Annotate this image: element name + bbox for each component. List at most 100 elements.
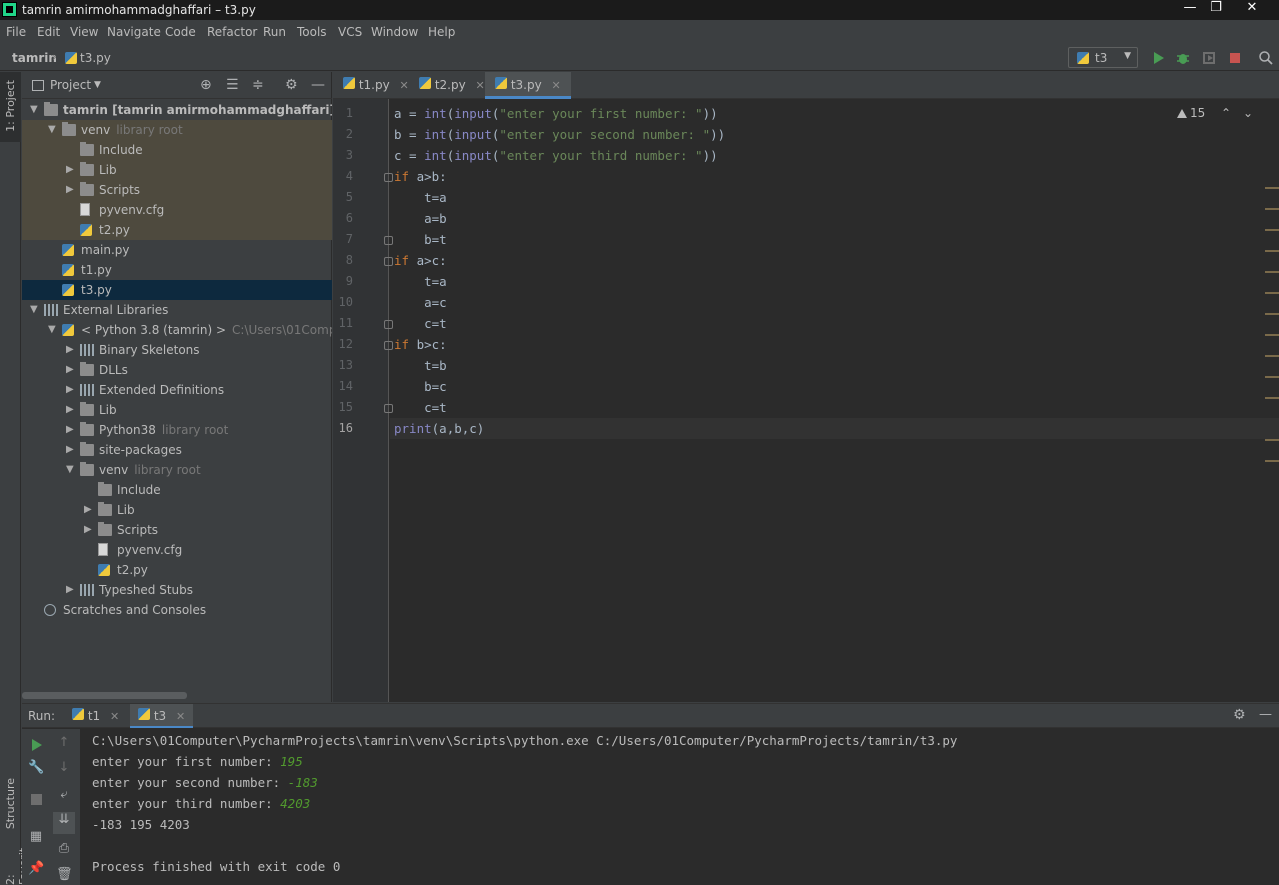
- menu-view[interactable]: View: [70, 25, 98, 39]
- warning-stripe-mark[interactable]: [1265, 334, 1279, 336]
- run-configuration-select[interactable]: t3 ▼: [1068, 47, 1138, 68]
- chevron-right-icon[interactable]: ▶: [66, 340, 76, 360]
- tree-item[interactable]: ▶ Lib: [22, 400, 332, 420]
- tree-item[interactable]: ▶ Lib: [22, 160, 332, 180]
- chevron-down-icon[interactable]: ▼: [94, 80, 101, 90]
- menu-window[interactable]: Window: [371, 25, 418, 39]
- tree-item[interactable]: t2.py: [22, 560, 332, 580]
- tree-item[interactable]: ▶ Scripts: [22, 180, 332, 200]
- project-tool-tab[interactable]: 1: Project: [0, 72, 21, 142]
- menu-help[interactable]: Help: [428, 25, 455, 39]
- collapse-icon[interactable]: ≑: [252, 77, 264, 93]
- chevron-right-icon[interactable]: ▶: [66, 380, 76, 400]
- tree-item[interactable]: ▶ Lib: [22, 500, 332, 520]
- project-view-select[interactable]: Project: [50, 78, 91, 92]
- tree-item[interactable]: ▶ Python38 library root: [22, 420, 332, 440]
- tab-t3[interactable]: t3.py ✕: [485, 72, 571, 99]
- close-icon[interactable]: ✕: [110, 710, 119, 723]
- chevron-right-icon[interactable]: ▶: [66, 180, 76, 200]
- chevron-down-icon[interactable]: ▼: [30, 300, 40, 320]
- chevron-up-icon[interactable]: ⌃: [1221, 106, 1231, 120]
- rerun-icon[interactable]: [28, 737, 44, 753]
- close-icon[interactable]: ✕: [400, 79, 409, 92]
- chevron-right-icon[interactable]: ▶: [66, 440, 76, 460]
- menu-code[interactable]: Code: [165, 25, 196, 39]
- arrow-up-icon[interactable]: ↑: [56, 735, 72, 750]
- warning-stripe-mark[interactable]: [1265, 439, 1279, 441]
- tree-item[interactable]: ▼ tamrin [tamrin amirmohammadghaffari]C:\…: [22, 100, 332, 120]
- run-tab-t1[interactable]: t1 ✕: [64, 704, 127, 728]
- warning-stripe-mark[interactable]: [1265, 376, 1279, 378]
- chevron-right-icon[interactable]: ▶: [84, 520, 94, 540]
- hide-icon[interactable]: —: [311, 77, 325, 93]
- breadcrumb-project[interactable]: tamrin: [12, 51, 57, 65]
- warning-stripe-mark[interactable]: [1265, 229, 1279, 231]
- tree-item[interactable]: main.py: [22, 240, 332, 260]
- hide-icon[interactable]: —: [1259, 707, 1272, 722]
- close-window-button[interactable]: ✕: [1229, 0, 1275, 18]
- close-icon[interactable]: ✕: [176, 710, 185, 723]
- tree-item[interactable]: ▼ External Libraries: [22, 300, 332, 320]
- menu-tools[interactable]: Tools: [297, 25, 327, 39]
- chevron-down-icon[interactable]: ▼: [66, 460, 76, 480]
- warning-stripe-mark[interactable]: [1265, 271, 1279, 273]
- pin-icon[interactable]: 📌: [28, 861, 44, 876]
- tree-item[interactable]: pyvenv.cfg: [22, 200, 332, 220]
- warning-stripe-mark[interactable]: [1265, 208, 1279, 210]
- wrench-icon[interactable]: 🔧: [28, 760, 44, 775]
- chevron-down-icon[interactable]: ▼: [30, 100, 40, 120]
- tree-item[interactable]: ▶ Scripts: [22, 520, 332, 540]
- tree-item[interactable]: ▼ < Python 3.8 (tamrin) > C:\Users\01Compu…: [22, 320, 332, 340]
- fold-marker-icon[interactable]: [384, 236, 393, 245]
- tree-item[interactable]: Include: [22, 140, 332, 160]
- tree-item[interactable]: t1.py: [22, 260, 332, 280]
- minimize-button[interactable]: —: [1177, 0, 1203, 18]
- run-tab-t3[interactable]: t3 ✕: [130, 704, 194, 728]
- menu-file[interactable]: File: [6, 25, 26, 39]
- horizontal-scrollbar[interactable]: [22, 692, 187, 699]
- fold-marker-icon[interactable]: [384, 320, 393, 329]
- gear-icon[interactable]: ⚙: [1233, 707, 1246, 723]
- soft-wrap-icon[interactable]: ⤶: [56, 787, 72, 802]
- warning-stripe-mark[interactable]: [1265, 397, 1279, 399]
- run-icon[interactable]: [1150, 50, 1166, 66]
- structure-tool-tab[interactable]: Structure: [4, 778, 17, 829]
- tree-item[interactable]: ▼ venv library root: [22, 460, 332, 480]
- menu-refactor[interactable]: Refactor: [207, 25, 257, 39]
- coverage-icon[interactable]: [1201, 50, 1217, 66]
- fold-marker-icon[interactable]: [384, 341, 393, 350]
- expand-icon[interactable]: ☰: [226, 77, 239, 93]
- tree-item[interactable]: ▶ site-packages: [22, 440, 332, 460]
- chevron-right-icon[interactable]: ▶: [66, 420, 76, 440]
- menu-navigate[interactable]: Navigate: [107, 25, 161, 39]
- print-icon[interactable]: ⎙: [56, 841, 72, 856]
- warning-stripe-mark[interactable]: [1265, 460, 1279, 462]
- warning-stripe-mark[interactable]: [1265, 250, 1279, 252]
- locate-icon[interactable]: ⊕: [200, 77, 212, 93]
- maximize-button[interactable]: ❐: [1203, 0, 1229, 18]
- warning-stripe-mark[interactable]: [1265, 313, 1279, 315]
- warning-stripe-mark[interactable]: [1265, 292, 1279, 294]
- chevron-down-icon[interactable]: ▼: [48, 320, 58, 340]
- tree-item[interactable]: t2.py: [22, 220, 332, 240]
- close-icon[interactable]: ✕: [552, 79, 561, 92]
- trash-icon[interactable]: 🗑: [56, 867, 73, 882]
- close-icon[interactable]: ✕: [476, 79, 485, 92]
- tree-item[interactable]: ▶ Binary Skeletons: [22, 340, 332, 360]
- tab-t2[interactable]: t2.py ✕: [409, 72, 495, 99]
- tree-item[interactable]: pyvenv.cfg: [22, 540, 332, 560]
- inspection-widget[interactable]: 15 ⌃ ⌄: [1176, 106, 1253, 120]
- tree-item[interactable]: ▶ Typeshed Stubs: [22, 580, 332, 600]
- tab-t1[interactable]: t1.py ✕: [333, 72, 419, 99]
- chevron-right-icon[interactable]: ▶: [66, 580, 76, 600]
- tree-item[interactable]: ▶ DLLs: [22, 360, 332, 380]
- layout-icon[interactable]: ▦: [28, 829, 44, 844]
- stop-icon[interactable]: [1227, 50, 1243, 66]
- menu-vcs[interactable]: VCS: [338, 25, 362, 39]
- warning-stripe-mark[interactable]: [1265, 355, 1279, 357]
- tree-item[interactable]: Include: [22, 480, 332, 500]
- search-icon[interactable]: [1258, 50, 1274, 66]
- menu-run[interactable]: Run: [263, 25, 286, 39]
- stop-icon[interactable]: [31, 794, 42, 805]
- arrow-down-icon[interactable]: ↓: [56, 760, 72, 775]
